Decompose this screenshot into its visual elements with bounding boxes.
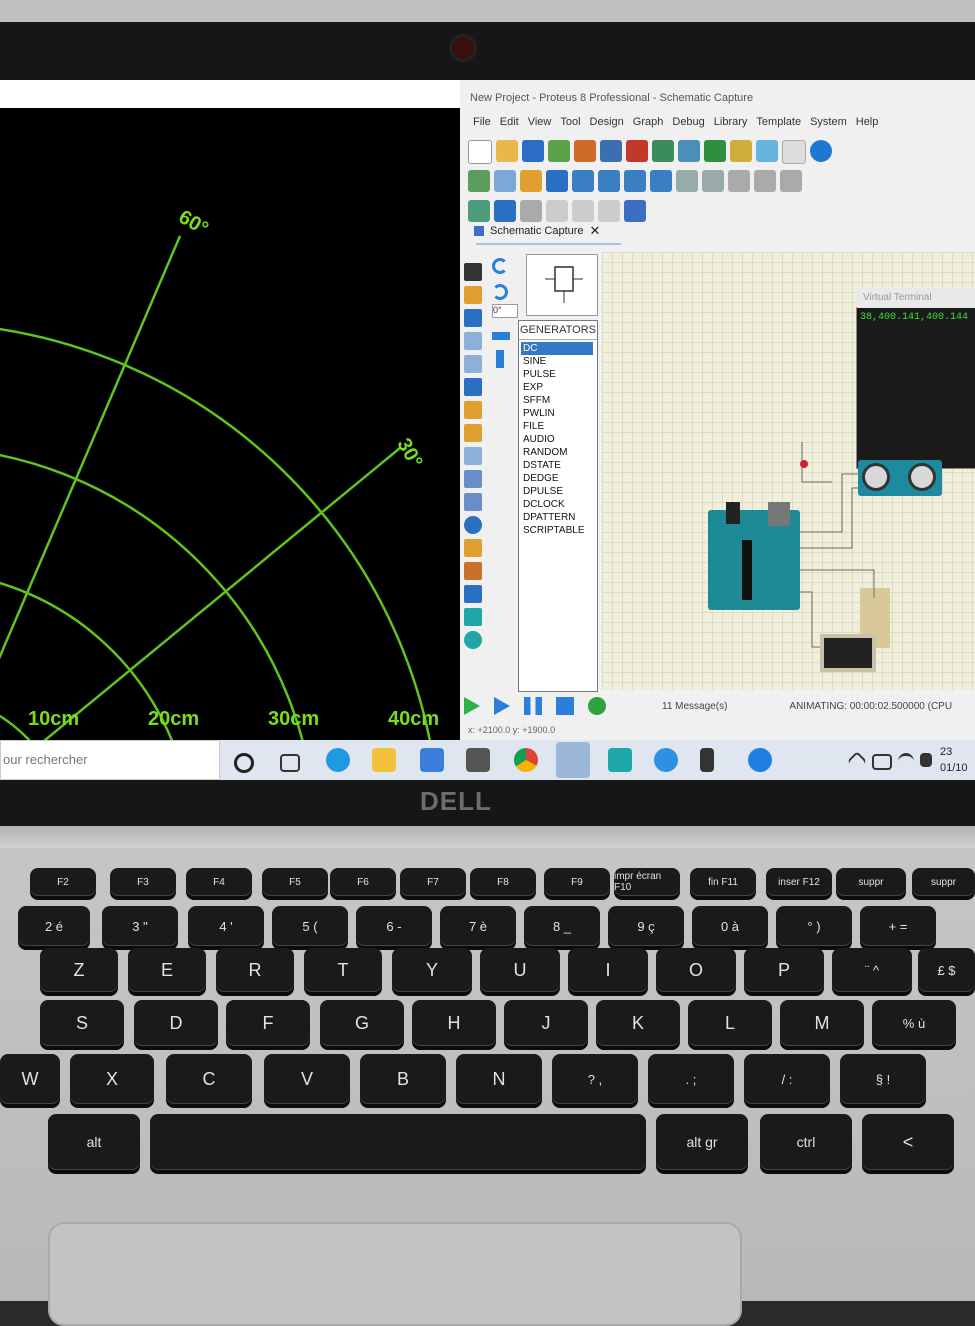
- key-f[interactable]: F: [226, 1000, 310, 1046]
- key-f12[interactable]: inser F12: [766, 868, 832, 896]
- key-m[interactable]: M: [780, 1000, 864, 1046]
- key-o[interactable]: O: [656, 948, 736, 992]
- key-f10[interactable]: impr écran F10: [614, 868, 680, 896]
- key-l[interactable]: L: [688, 1000, 772, 1046]
- key-y[interactable]: Y: [392, 948, 472, 992]
- key-semicolon[interactable]: . ;: [648, 1054, 734, 1104]
- trackpad[interactable]: [48, 1222, 742, 1326]
- key-2[interactable]: 2 é: [18, 906, 90, 946]
- key-p[interactable]: P: [744, 948, 824, 992]
- key-comma[interactable]: ? ,: [552, 1054, 638, 1104]
- key-c[interactable]: C: [166, 1054, 252, 1104]
- key-6[interactable]: 6 -: [356, 906, 432, 946]
- key-f8[interactable]: F8: [470, 868, 536, 896]
- key-percent[interactable]: % ù: [872, 1000, 956, 1046]
- key-f5[interactable]: F5: [262, 868, 328, 896]
- key-ctrl[interactable]: ctrl: [760, 1114, 852, 1170]
- key-v[interactable]: V: [264, 1054, 350, 1104]
- key-k[interactable]: K: [596, 1000, 680, 1046]
- key-degree[interactable]: ° ): [776, 906, 852, 946]
- key-j[interactable]: J: [504, 1000, 588, 1046]
- key-dollar[interactable]: £ $: [918, 948, 975, 992]
- key-f9[interactable]: F9: [544, 868, 610, 896]
- key-h[interactable]: H: [412, 1000, 496, 1046]
- key-9[interactable]: 9 ç: [608, 906, 684, 946]
- key-5[interactable]: 5 (: [272, 906, 348, 946]
- key-u[interactable]: U: [480, 948, 560, 992]
- key-w[interactable]: W: [0, 1054, 60, 1104]
- key-n[interactable]: N: [456, 1054, 542, 1104]
- key-insert[interactable]: suppr: [836, 868, 906, 896]
- key-exclamation[interactable]: § !: [840, 1054, 926, 1104]
- key-t[interactable]: T: [304, 948, 382, 992]
- key-f7[interactable]: F7: [400, 868, 466, 896]
- key-s[interactable]: S: [40, 1000, 124, 1046]
- key-3[interactable]: 3 ": [102, 906, 178, 946]
- keyboard: F2 F3 F4 F5 F6 F7 F8 F9 impr écran F10 f…: [0, 0, 975, 1301]
- key-left-arrow[interactable]: <: [862, 1114, 954, 1170]
- key-x[interactable]: X: [70, 1054, 154, 1104]
- key-f3[interactable]: F3: [110, 868, 176, 896]
- key-8[interactable]: 8 _: [524, 906, 600, 946]
- key-g[interactable]: G: [320, 1000, 404, 1046]
- key-f11[interactable]: fin F11: [690, 868, 756, 896]
- key-7[interactable]: 7 è: [440, 906, 516, 946]
- key-4[interactable]: 4 ': [188, 906, 264, 946]
- key-space[interactable]: [150, 1114, 646, 1170]
- key-alt[interactable]: alt: [48, 1114, 140, 1170]
- key-f4[interactable]: F4: [186, 868, 252, 896]
- key-i[interactable]: I: [568, 948, 648, 992]
- key-plus[interactable]: + =: [860, 906, 936, 946]
- key-caret[interactable]: ¨ ^: [832, 948, 912, 992]
- key-f6[interactable]: F6: [330, 868, 396, 896]
- key-d[interactable]: D: [134, 1000, 218, 1046]
- key-suppr[interactable]: suppr: [912, 868, 975, 896]
- key-e[interactable]: E: [128, 948, 206, 992]
- key-altgr[interactable]: alt gr: [656, 1114, 748, 1170]
- key-b[interactable]: B: [360, 1054, 446, 1104]
- key-r[interactable]: R: [216, 948, 294, 992]
- key-z[interactable]: Z: [40, 948, 118, 992]
- key-0[interactable]: 0 à: [692, 906, 768, 946]
- key-colon[interactable]: / :: [744, 1054, 830, 1104]
- key-f2[interactable]: F2: [30, 868, 96, 896]
